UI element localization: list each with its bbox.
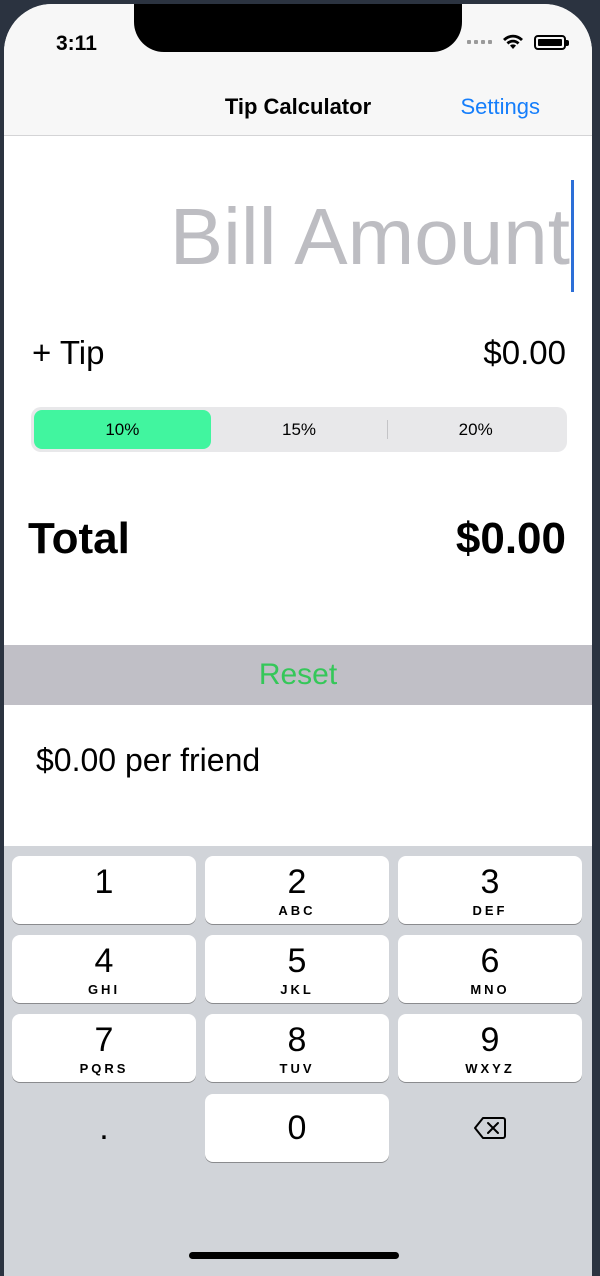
cellular-signal-icon [467, 40, 492, 44]
reset-button[interactable]: Reset [4, 645, 592, 705]
total-row: Total $0.00 [28, 514, 566, 570]
key-letters: ABC [278, 903, 316, 918]
key-digit: 5 [287, 942, 307, 980]
bill-amount-input[interactable]: Bill Amount [24, 179, 574, 294]
key-8[interactable]: 8 TUV [205, 1014, 389, 1082]
status-time: 3:11 [56, 32, 97, 55]
key-letters: DEF [472, 903, 508, 918]
total-amount: $0.00 [455, 514, 566, 563]
tip-option-10[interactable]: 10% [34, 410, 211, 449]
key-letters: WXYZ [465, 1061, 515, 1076]
notch [134, 4, 462, 52]
tip-percentage-control: 10% 15% 20% [31, 407, 567, 452]
home-indicator [189, 1252, 399, 1259]
key-9[interactable]: 9 WXYZ [398, 1014, 582, 1082]
tip-row: + Tip $0.00 [32, 334, 566, 380]
key-decimal[interactable]: . [12, 1094, 196, 1162]
key-letters: PQRS [79, 1061, 129, 1076]
settings-button[interactable]: Settings [461, 94, 541, 120]
key-5[interactable]: 5 JKL [205, 935, 389, 1003]
key-7[interactable]: 7 PQRS [12, 1014, 196, 1082]
status-bar: 3:11 [4, 4, 592, 84]
key-digit: 4 [94, 942, 114, 980]
key-digit: 0 [287, 1109, 307, 1147]
key-digit: 9 [480, 1021, 500, 1059]
backspace-icon [474, 1117, 506, 1139]
key-1[interactable]: 1 [12, 856, 196, 924]
numeric-keypad: 1 2 ABC 3 DEF 4 GHI 5 JKL 6 MNO 7 PQRS 8… [4, 846, 592, 1276]
navigation-bar: Tip Calculator Settings [4, 84, 592, 136]
key-digit: 1 [94, 863, 114, 901]
per-friend-amount: $0.00 per friend [36, 742, 261, 778]
key-digit: 6 [480, 942, 500, 980]
status-icons [467, 34, 569, 50]
key-delete[interactable] [398, 1094, 582, 1162]
key-digit: 7 [94, 1021, 114, 1059]
tip-option-15[interactable]: 15% [211, 410, 388, 449]
key-4[interactable]: 4 GHI [12, 935, 196, 1003]
text-cursor [571, 180, 574, 292]
key-digit: 3 [480, 863, 500, 901]
key-6[interactable]: 6 MNO [398, 935, 582, 1003]
key-0[interactable]: 0 [205, 1094, 389, 1162]
key-2[interactable]: 2 ABC [205, 856, 389, 924]
tip-amount: $0.00 [483, 334, 566, 371]
key-digit: 2 [287, 863, 307, 901]
key-digit: 8 [287, 1021, 307, 1059]
key-digit: . [99, 1109, 109, 1147]
key-letters: MNO [470, 982, 510, 997]
total-label: Total [28, 514, 130, 563]
key-letters: JKL [280, 982, 314, 997]
tip-option-20[interactable]: 20% [387, 410, 564, 449]
key-letters: TUV [279, 1061, 315, 1076]
tip-label: + Tip [32, 334, 105, 371]
key-letters: GHI [87, 982, 121, 997]
wifi-icon [503, 34, 523, 49]
key-3[interactable]: 3 DEF [398, 856, 582, 924]
battery-icon [534, 34, 569, 50]
